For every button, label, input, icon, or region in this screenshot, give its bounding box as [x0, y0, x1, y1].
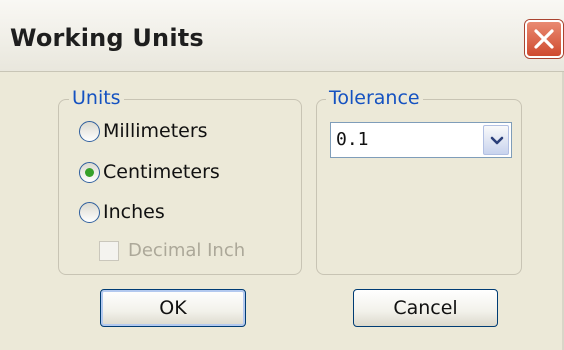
- dropdown-arrow-button[interactable]: [483, 125, 509, 155]
- tolerance-group-label: Tolerance: [326, 87, 423, 109]
- tolerance-dropdown[interactable]: 0.1: [330, 122, 512, 158]
- radio-button[interactable]: [79, 121, 100, 142]
- ok-button[interactable]: OK: [100, 289, 246, 327]
- working-units-dialog: Working Units Units Millimeters Centimet…: [0, 0, 564, 350]
- radio-label-inches: Inches: [103, 201, 165, 223]
- units-group: Units Millimeters Centimeters Inches Dec…: [58, 87, 302, 275]
- chevron-down-icon: [490, 136, 504, 145]
- cancel-button[interactable]: Cancel: [353, 289, 498, 327]
- close-icon: [534, 29, 554, 49]
- radio-button[interactable]: [79, 202, 100, 223]
- tolerance-value: 0.1: [336, 129, 369, 150]
- radio-label-centimeters: Centimeters: [103, 161, 220, 183]
- tolerance-group: Tolerance 0.1: [316, 87, 522, 275]
- title-bar: Working Units: [0, 0, 564, 72]
- decimal-inch-label: Decimal Inch: [128, 240, 246, 261]
- radio-button[interactable]: [79, 162, 100, 183]
- close-button[interactable]: [525, 20, 563, 58]
- decimal-inch-checkbox: [99, 241, 119, 261]
- dialog-title: Working Units: [10, 24, 204, 52]
- units-group-label: Units: [69, 87, 124, 109]
- radio-label-millimeters: Millimeters: [103, 120, 208, 142]
